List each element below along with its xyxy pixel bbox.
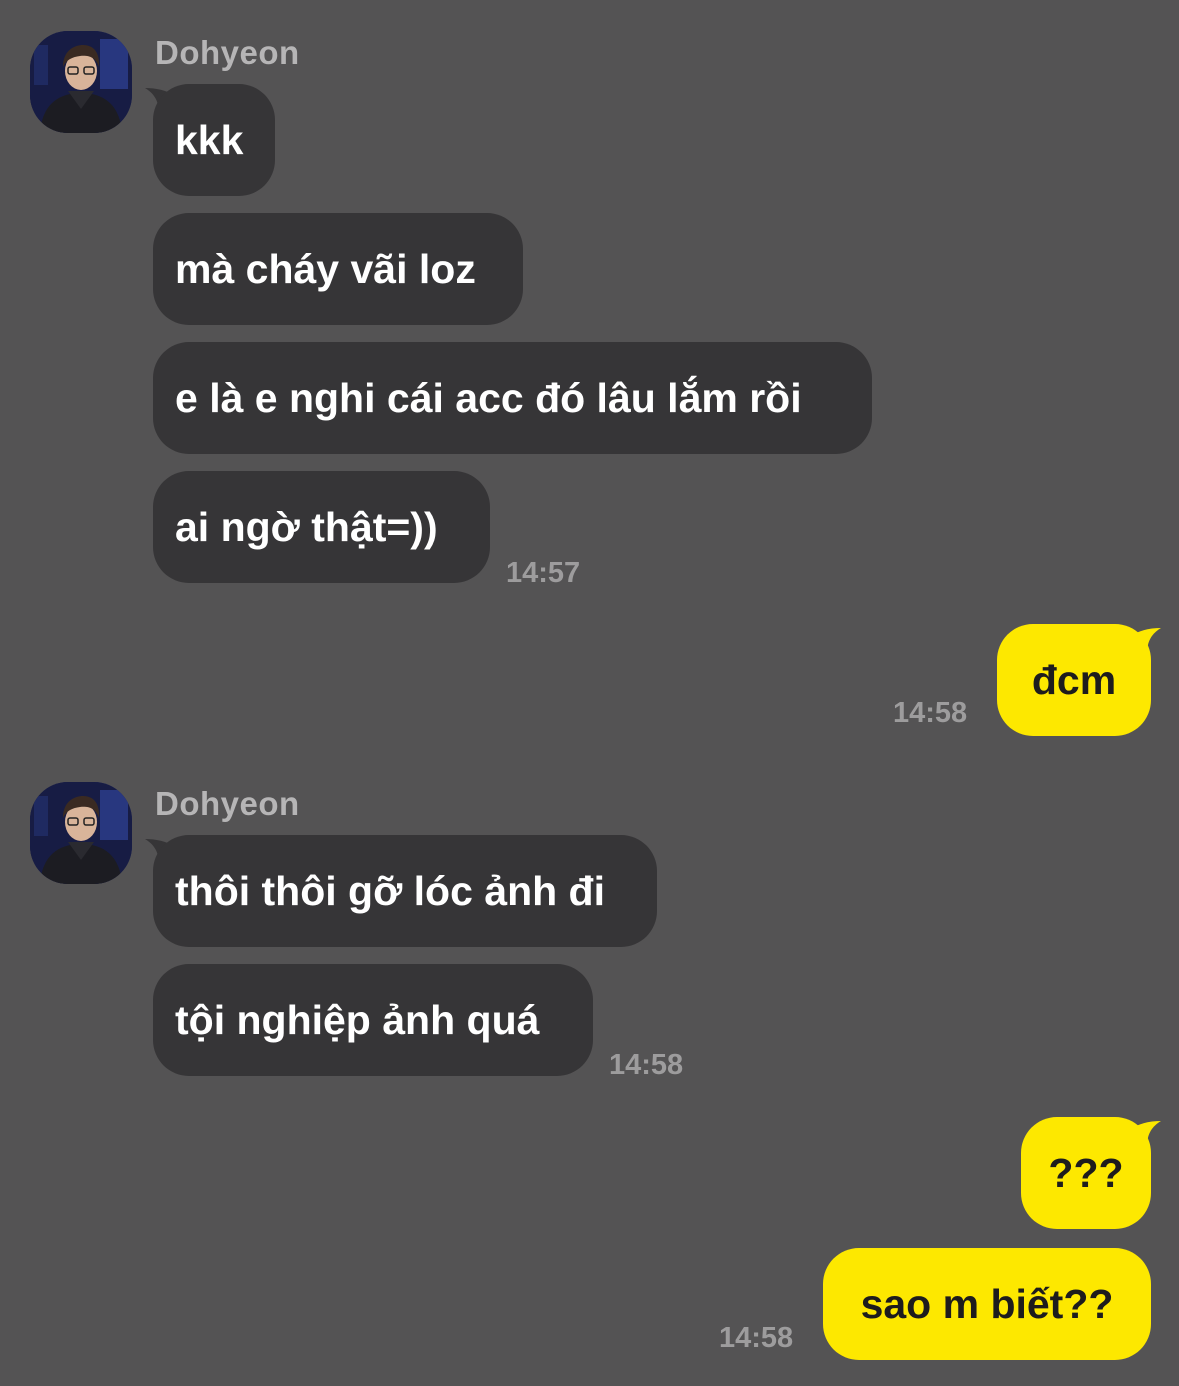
profile-photo-icon: [30, 782, 132, 884]
profile-photo-icon: [30, 31, 132, 133]
bubble-tail-icon: [1131, 628, 1161, 654]
message-timestamp: 14:58: [719, 1322, 794, 1354]
incoming-message-bubble[interactable]: tội nghiệp ảnh quá: [153, 964, 593, 1076]
message-timestamp: 14:58: [893, 697, 968, 729]
message-timestamp: 14:58: [609, 1049, 684, 1081]
bubble-tail-icon: [1131, 1121, 1161, 1147]
sender-name: Dohyeon: [155, 785, 300, 822]
incoming-message-bubble[interactable]: mà cháy vãi loz: [153, 213, 523, 325]
incoming-message-bubble[interactable]: kkk: [153, 84, 275, 196]
incoming-message-bubble[interactable]: e là e nghi cái acc đó lâu lắm rồi: [153, 342, 872, 454]
sender-avatar[interactable]: [30, 31, 132, 133]
chat-message-list[interactable]: Dohyeon kkk mà cháy vãi loz e là e nghi …: [0, 0, 1179, 1386]
outgoing-message-bubble[interactable]: sao m biết??: [823, 1248, 1151, 1360]
incoming-message-bubble[interactable]: ai ngờ thật=)): [153, 471, 490, 583]
message-timestamp: 14:57: [506, 557, 581, 589]
sender-avatar[interactable]: [30, 782, 132, 884]
sender-name: Dohyeon: [155, 34, 300, 71]
incoming-message-bubble[interactable]: thôi thôi gỡ lóc ảnh đi: [153, 835, 657, 947]
outgoing-message-bubble[interactable]: đcm: [997, 624, 1151, 736]
